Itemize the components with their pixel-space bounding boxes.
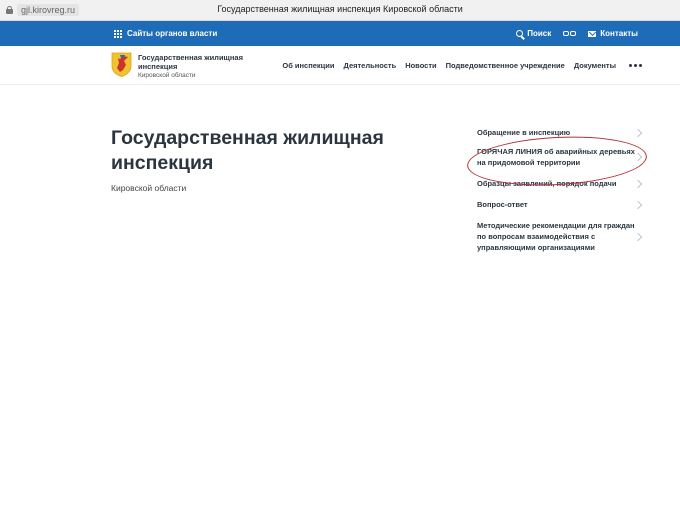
sites-menu-button[interactable]: Сайты органов власти bbox=[114, 21, 217, 46]
top-bar-actions: Поиск Контакты bbox=[516, 21, 638, 46]
org-name: Государственная жилищная инспекция bbox=[138, 53, 243, 71]
org-region: Кировской области bbox=[138, 72, 196, 79]
org-block[interactable]: Государственная жилищная инспекция Киров… bbox=[138, 53, 248, 80]
page-subtitle: Кировской области bbox=[111, 183, 187, 193]
side-item-hotline[interactable]: ГОРЯЧАЯ ЛИНИЯ об аварийных деревьях на п… bbox=[477, 146, 643, 168]
nav-item-documents[interactable]: Документы bbox=[574, 61, 616, 70]
page-title: Государственная жилищная инспекция bbox=[111, 127, 384, 174]
top-bar: Сайты органов власти Поиск Контакты bbox=[0, 21, 680, 46]
grid-icon bbox=[114, 29, 122, 38]
more-icon[interactable] bbox=[629, 63, 642, 67]
side-menu: Обращение в инспекцию ГОРЯЧАЯ ЛИНИЯ об а… bbox=[477, 127, 647, 253]
search-button[interactable]: Поиск bbox=[516, 29, 551, 38]
side-item-recommendations[interactable]: Методические рекомендации для граждан по… bbox=[477, 220, 643, 253]
contacts-label: Контакты bbox=[600, 29, 638, 38]
side-item-label: Вопрос-ответ bbox=[477, 200, 528, 209]
chevron-right-icon bbox=[633, 232, 643, 241]
mail-icon bbox=[588, 30, 597, 37]
sites-label: Сайты органов власти bbox=[127, 29, 218, 38]
nav-item-about[interactable]: Об инспекции bbox=[282, 61, 334, 70]
search-icon bbox=[516, 30, 524, 37]
chevron-right-icon bbox=[633, 128, 643, 137]
browser-bar: gjl.kirovreg.ru Государственная жилищная… bbox=[0, 0, 680, 21]
glasses-icon bbox=[563, 31, 577, 36]
main-header: Государственная жилищная инспекция Киров… bbox=[0, 46, 680, 85]
nav-item-news[interactable]: Новости bbox=[405, 61, 436, 70]
contacts-button[interactable]: Контакты bbox=[588, 29, 638, 38]
side-item-label: Обращение в инспекцию bbox=[477, 128, 571, 137]
side-item-samples[interactable]: Образцы заявлений, порядок подачи bbox=[477, 178, 643, 189]
search-label: Поиск bbox=[527, 29, 552, 38]
side-item-label: Методические рекомендации для граждан по… bbox=[477, 221, 635, 252]
nav-item-subordinate[interactable]: Подведомственное учреждение bbox=[446, 61, 565, 70]
chevron-right-icon bbox=[633, 200, 643, 209]
main-nav: Об инспекции Деятельность Новости Подвед… bbox=[282, 46, 642, 84]
nav-item-activity[interactable]: Деятельность bbox=[344, 61, 397, 70]
coat-of-arms-logo[interactable] bbox=[111, 52, 132, 77]
chevron-right-icon bbox=[633, 179, 643, 188]
side-item-faq[interactable]: Вопрос-ответ bbox=[477, 199, 643, 210]
side-item-label: Образцы заявлений, порядок подачи bbox=[477, 179, 617, 188]
side-item-label: ГОРЯЧАЯ ЛИНИЯ об аварийных деревьях на п… bbox=[477, 147, 635, 167]
chevron-right-icon bbox=[633, 152, 643, 162]
page-tab-title: Государственная жилищная инспекция Киров… bbox=[217, 4, 463, 14]
accessibility-button[interactable] bbox=[563, 31, 577, 36]
side-item-appeal[interactable]: Обращение в инспекцию bbox=[477, 127, 643, 138]
